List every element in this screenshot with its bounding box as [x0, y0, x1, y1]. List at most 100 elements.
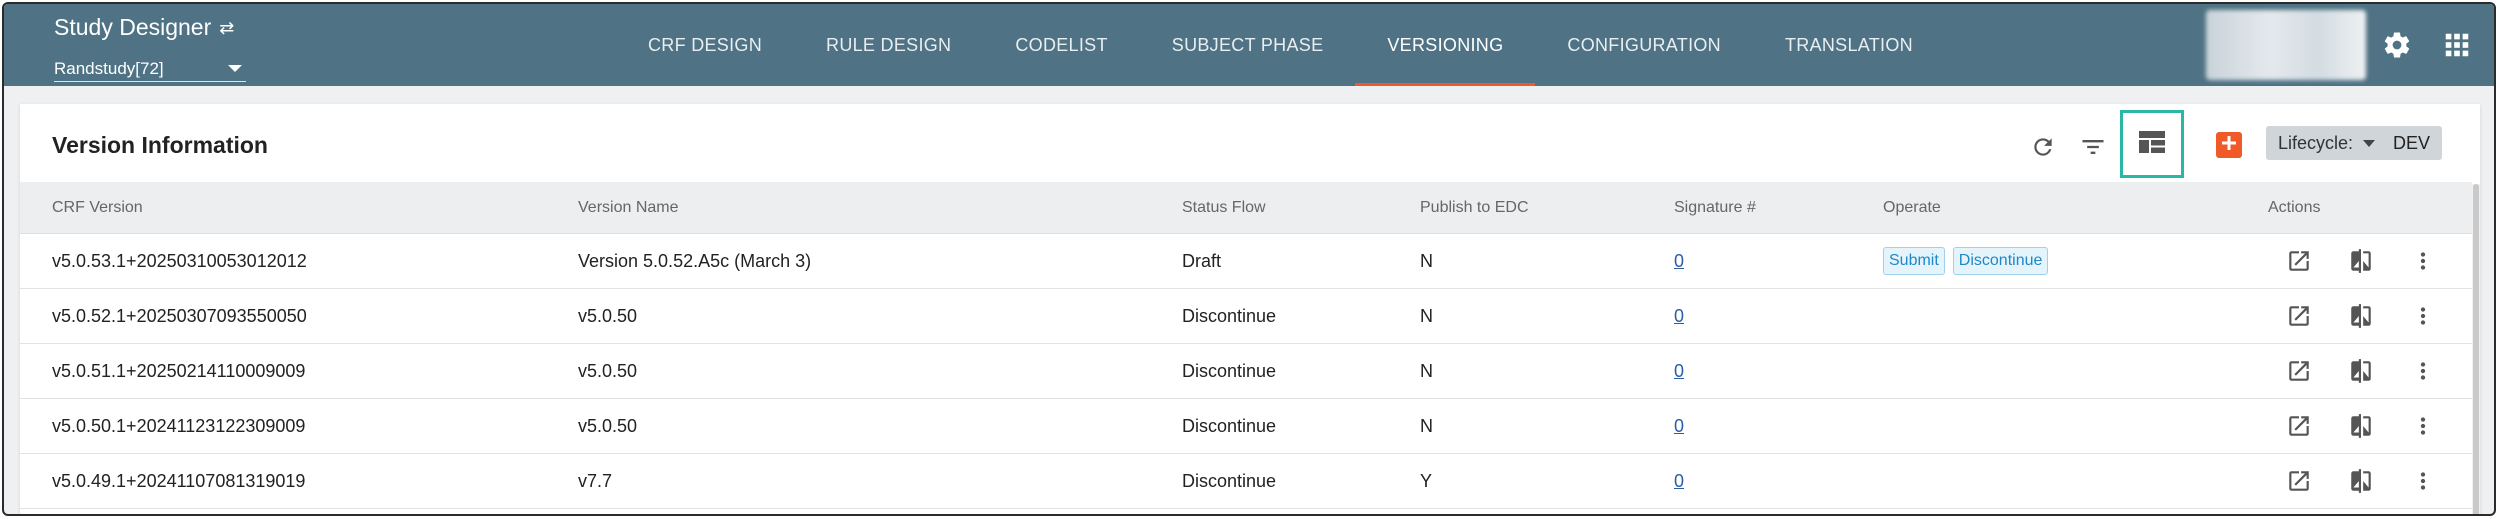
filter-icon[interactable] — [2076, 130, 2110, 164]
table-row[interactable]: v5.0.52.1+20250307093550050 v5.0.50 Discon… — [20, 289, 2472, 344]
cell-publish-edc: N — [1420, 360, 1433, 381]
more-vert-icon[interactable] — [2392, 298, 2454, 334]
table-header: CRF Version Version Name Status Flow Pub… — [20, 182, 2472, 234]
main-nav: CRF DESIGN RULE DESIGN CODELIST SUBJECT … — [616, 4, 1945, 86]
tab-subject-phase[interactable]: SUBJECT PHASE — [1140, 4, 1356, 86]
tab-translation[interactable]: TRANSLATION — [1753, 4, 1945, 86]
swap-icon[interactable]: ⇄ — [219, 19, 234, 37]
open-external-icon[interactable] — [2268, 463, 2330, 499]
compare-icon[interactable] — [2330, 243, 2392, 279]
column-header-publish-edc[interactable]: Publish to EDC — [1420, 182, 1674, 233]
table-row[interactable]: v5.0.50.1+20241123122309009 v5.0.50 Discon… — [20, 399, 2472, 454]
cell-publish-edc: N — [1420, 415, 1433, 436]
cell-crf-version: v5.0.53.1+20250310053012012 — [52, 250, 307, 271]
brand: Study Designer ⇄ — [54, 14, 234, 41]
cell-operate — [1883, 289, 2268, 343]
tab-versioning[interactable]: VERSIONING — [1355, 4, 1536, 86]
cell-version-name: v7.7 — [578, 470, 613, 491]
open-external-icon[interactable] — [2268, 408, 2330, 444]
tab-crf-design[interactable]: CRF DESIGN — [616, 4, 794, 86]
cell-status-flow: Discontinue — [1182, 415, 1277, 436]
discontinue-button[interactable]: Discontinue — [1952, 247, 2049, 275]
tab-rule-design[interactable]: RULE DESIGN — [794, 4, 983, 86]
table-scrollbar[interactable] — [2472, 184, 2480, 514]
more-vert-icon[interactable] — [2392, 243, 2454, 279]
cell-actions — [2268, 234, 2472, 288]
column-header-crf-version[interactable]: CRF Version — [20, 182, 578, 233]
cell-status-flow: Draft — [1182, 250, 1222, 271]
cell-status-flow: Discontinue — [1182, 305, 1277, 326]
cell-publish-edc: Y — [1420, 470, 1433, 491]
lifecycle-select[interactable]: Lifecycle: DEV — [2266, 126, 2442, 160]
cell-publish-edc: N — [1420, 250, 1433, 271]
column-header-operate: Operate — [1883, 198, 1941, 216]
lifecycle-label: Lifecycle: — [2278, 132, 2354, 153]
cell-actions — [2268, 289, 2472, 343]
chevron-down-icon — [2363, 139, 2376, 147]
open-external-icon[interactable] — [2268, 298, 2330, 334]
open-external-icon[interactable] — [2268, 243, 2330, 279]
study-select-value: Randstudy[72] — [54, 58, 164, 78]
cell-operate — [1883, 399, 2268, 453]
cell-signature: 0 — [1674, 234, 1883, 288]
cell-signature: 0 — [1674, 454, 1883, 508]
cell-actions — [2268, 344, 2472, 398]
cell-crf-version: v5.0.50.1+20241123122309009 — [52, 415, 306, 436]
app-title[interactable]: Study Designer ⇄ — [54, 14, 234, 41]
gear-icon[interactable] — [2382, 30, 2412, 60]
cell-crf-version: v5.0.49.1+20241107081319019 — [52, 470, 306, 491]
lifecycle-value: DEV — [2392, 132, 2430, 153]
compare-icon[interactable] — [2330, 408, 2392, 444]
signature-link[interactable]: 0 — [1674, 306, 1684, 327]
versions-table: CRF Version Version Name Status Flow Pub… — [20, 182, 2472, 509]
signature-link[interactable]: 0 — [1674, 361, 1684, 382]
cell-operate — [1883, 454, 2268, 508]
submit-button[interactable]: Submit — [1883, 247, 1945, 275]
add-icon — [2221, 135, 2237, 156]
cell-status-flow: Discontinue — [1182, 360, 1277, 381]
cell-signature: 0 — [1674, 399, 1883, 453]
apps-grid-icon[interactable] — [2442, 30, 2472, 60]
cell-status-flow: Discontinue — [1182, 470, 1277, 491]
refresh-icon[interactable] — [2026, 130, 2060, 164]
cell-crf-version: v5.0.52.1+20250307093550050 — [52, 305, 307, 326]
cell-version-name: v5.0.50 — [578, 415, 638, 436]
add-version-button[interactable] — [2216, 132, 2242, 158]
chevron-down-icon — [228, 65, 242, 72]
cell-signature: 0 — [1674, 289, 1883, 343]
signature-link[interactable]: 0 — [1674, 251, 1684, 272]
signature-link[interactable]: 0 — [1674, 471, 1684, 492]
study-select[interactable]: Randstudy[72] — [54, 56, 246, 82]
cell-operate: Submit Discontinue — [1883, 234, 2268, 288]
more-vert-icon[interactable] — [2392, 463, 2454, 499]
cell-version-name: v5.0.50 — [578, 305, 638, 326]
cell-actions — [2268, 399, 2472, 453]
layout-icon — [2139, 130, 2165, 158]
tab-codelist[interactable]: CODELIST — [983, 4, 1139, 86]
version-info-card: Version Information Lifecycle: DEV CRF V… — [20, 104, 2480, 514]
signature-link[interactable]: 0 — [1674, 416, 1684, 437]
table-row[interactable]: v5.0.51.1+20250214110009009 v5.0.50 Discon… — [20, 344, 2472, 399]
cell-operate — [1883, 344, 2268, 398]
cell-publish-edc: N — [1420, 305, 1433, 326]
table-row[interactable]: v5.0.49.1+20241107081319019 v7.7 Discontin… — [20, 454, 2472, 509]
cell-version-name: v5.0.50 — [578, 360, 638, 381]
scrollbar-thumb[interactable] — [2473, 184, 2479, 514]
top-bar: Study Designer ⇄ Randstudy[72] CRF DESIG… — [4, 4, 2494, 86]
column-header-signature[interactable]: Signature # — [1674, 182, 1883, 233]
tab-configuration[interactable]: CONFIGURATION — [1535, 4, 1753, 86]
more-vert-icon[interactable] — [2392, 353, 2454, 389]
app-window: Study Designer ⇄ Randstudy[72] CRF DESIG… — [2, 2, 2496, 516]
column-header-version-name[interactable]: Version Name — [578, 182, 1182, 233]
compare-icon[interactable] — [2330, 463, 2392, 499]
cell-version-name: Version 5.0.52.A5c (March 3) — [578, 250, 812, 271]
table-body: v5.0.53.1+20250310053012012 Version 5.0.5… — [20, 234, 2472, 509]
more-vert-icon[interactable] — [2392, 408, 2454, 444]
user-profile[interactable] — [2206, 10, 2366, 80]
compare-icon[interactable] — [2330, 353, 2392, 389]
table-row[interactable]: v5.0.53.1+20250310053012012 Version 5.0.5… — [20, 234, 2472, 289]
compare-icon[interactable] — [2330, 298, 2392, 334]
open-external-icon[interactable] — [2268, 353, 2330, 389]
column-header-status-flow[interactable]: Status Flow — [1182, 182, 1420, 233]
layout-toggle-button[interactable] — [2120, 110, 2184, 178]
